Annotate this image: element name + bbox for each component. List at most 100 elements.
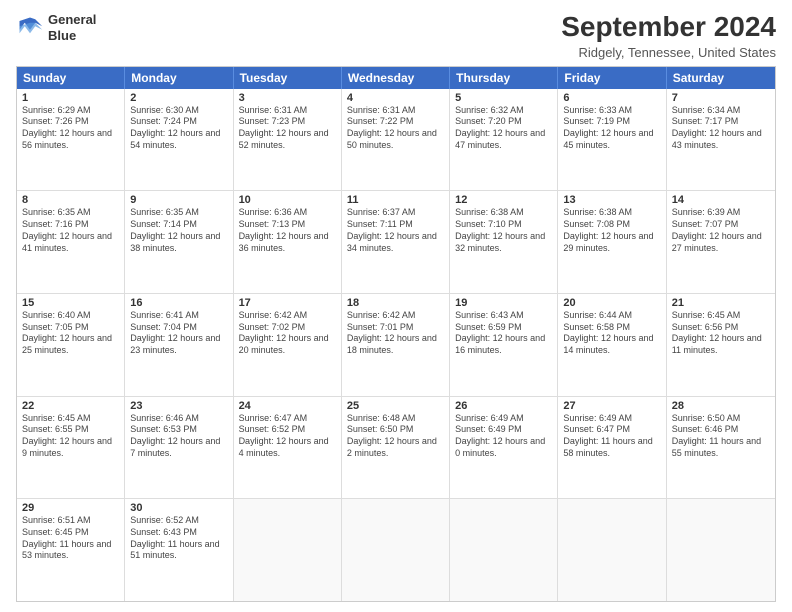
calendar-cell: 23Sunrise: 6:46 AM Sunset: 6:53 PM Dayli… [125,397,233,499]
calendar-cell [558,499,666,601]
calendar-cell: 18Sunrise: 6:42 AM Sunset: 7:01 PM Dayli… [342,294,450,396]
calendar-cell: 26Sunrise: 6:49 AM Sunset: 6:49 PM Dayli… [450,397,558,499]
calendar: SundayMondayTuesdayWednesdayThursdayFrid… [16,66,776,602]
cell-detail: Sunrise: 6:52 AM Sunset: 6:43 PM Dayligh… [130,515,227,562]
day-number: 14 [672,194,770,206]
cell-detail: Sunrise: 6:29 AM Sunset: 7:26 PM Dayligh… [22,105,119,152]
cell-detail: Sunrise: 6:49 AM Sunset: 6:49 PM Dayligh… [455,413,552,460]
cell-detail: Sunrise: 6:50 AM Sunset: 6:46 PM Dayligh… [672,413,770,460]
calendar-week: 1Sunrise: 6:29 AM Sunset: 7:26 PM Daylig… [17,89,775,192]
calendar-cell: 27Sunrise: 6:49 AM Sunset: 6:47 PM Dayli… [558,397,666,499]
day-number: 27 [563,400,660,412]
calendar-cell: 13Sunrise: 6:38 AM Sunset: 7:08 PM Dayli… [558,191,666,293]
calendar-week: 29Sunrise: 6:51 AM Sunset: 6:45 PM Dayli… [17,499,775,601]
day-number: 15 [22,297,119,309]
calendar-cell: 8Sunrise: 6:35 AM Sunset: 7:16 PM Daylig… [17,191,125,293]
cell-detail: Sunrise: 6:42 AM Sunset: 7:02 PM Dayligh… [239,310,336,357]
calendar-cell: 11Sunrise: 6:37 AM Sunset: 7:11 PM Dayli… [342,191,450,293]
day-number: 2 [130,92,227,104]
day-number: 6 [563,92,660,104]
day-number: 11 [347,194,444,206]
calendar-cell: 9Sunrise: 6:35 AM Sunset: 7:14 PM Daylig… [125,191,233,293]
header: General Blue September 2024 Ridgely, Ten… [16,12,776,60]
cell-detail: Sunrise: 6:36 AM Sunset: 7:13 PM Dayligh… [239,207,336,254]
page: General Blue September 2024 Ridgely, Ten… [0,0,792,612]
calendar-cell [342,499,450,601]
cell-detail: Sunrise: 6:49 AM Sunset: 6:47 PM Dayligh… [563,413,660,460]
day-number: 4 [347,92,444,104]
calendar-cell: 14Sunrise: 6:39 AM Sunset: 7:07 PM Dayli… [667,191,775,293]
day-number: 18 [347,297,444,309]
day-number: 9 [130,194,227,206]
calendar-cell: 6Sunrise: 6:33 AM Sunset: 7:19 PM Daylig… [558,89,666,191]
cell-detail: Sunrise: 6:38 AM Sunset: 7:10 PM Dayligh… [455,207,552,254]
calendar-cell [667,499,775,601]
cell-detail: Sunrise: 6:34 AM Sunset: 7:17 PM Dayligh… [672,105,770,152]
cell-detail: Sunrise: 6:39 AM Sunset: 7:07 PM Dayligh… [672,207,770,254]
cell-detail: Sunrise: 6:45 AM Sunset: 6:55 PM Dayligh… [22,413,119,460]
calendar-header-cell: Monday [125,67,233,89]
day-number: 22 [22,400,119,412]
calendar-header-cell: Saturday [667,67,775,89]
calendar-cell: 15Sunrise: 6:40 AM Sunset: 7:05 PM Dayli… [17,294,125,396]
cell-detail: Sunrise: 6:38 AM Sunset: 7:08 PM Dayligh… [563,207,660,254]
calendar-cell: 7Sunrise: 6:34 AM Sunset: 7:17 PM Daylig… [667,89,775,191]
calendar-cell: 1Sunrise: 6:29 AM Sunset: 7:26 PM Daylig… [17,89,125,191]
title-block: September 2024 Ridgely, Tennessee, Unite… [561,12,776,60]
calendar-header-cell: Friday [558,67,666,89]
day-number: 13 [563,194,660,206]
day-number: 17 [239,297,336,309]
calendar-header-cell: Tuesday [234,67,342,89]
cell-detail: Sunrise: 6:51 AM Sunset: 6:45 PM Dayligh… [22,515,119,562]
calendar-cell: 21Sunrise: 6:45 AM Sunset: 6:56 PM Dayli… [667,294,775,396]
cell-detail: Sunrise: 6:41 AM Sunset: 7:04 PM Dayligh… [130,310,227,357]
cell-detail: Sunrise: 6:31 AM Sunset: 7:23 PM Dayligh… [239,105,336,152]
cell-detail: Sunrise: 6:43 AM Sunset: 6:59 PM Dayligh… [455,310,552,357]
calendar-cell: 16Sunrise: 6:41 AM Sunset: 7:04 PM Dayli… [125,294,233,396]
calendar-cell: 19Sunrise: 6:43 AM Sunset: 6:59 PM Dayli… [450,294,558,396]
day-number: 28 [672,400,770,412]
calendar-week: 22Sunrise: 6:45 AM Sunset: 6:55 PM Dayli… [17,397,775,500]
logo-text: General Blue [48,12,96,43]
cell-detail: Sunrise: 6:30 AM Sunset: 7:24 PM Dayligh… [130,105,227,152]
cell-detail: Sunrise: 6:31 AM Sunset: 7:22 PM Dayligh… [347,105,444,152]
day-number: 10 [239,194,336,206]
day-number: 7 [672,92,770,104]
day-number: 21 [672,297,770,309]
day-number: 20 [563,297,660,309]
calendar-cell: 29Sunrise: 6:51 AM Sunset: 6:45 PM Dayli… [17,499,125,601]
cell-detail: Sunrise: 6:46 AM Sunset: 6:53 PM Dayligh… [130,413,227,460]
calendar-cell: 20Sunrise: 6:44 AM Sunset: 6:58 PM Dayli… [558,294,666,396]
calendar-cell: 3Sunrise: 6:31 AM Sunset: 7:23 PM Daylig… [234,89,342,191]
cell-detail: Sunrise: 6:44 AM Sunset: 6:58 PM Dayligh… [563,310,660,357]
cell-detail: Sunrise: 6:35 AM Sunset: 7:16 PM Dayligh… [22,207,119,254]
day-number: 19 [455,297,552,309]
calendar-cell: 4Sunrise: 6:31 AM Sunset: 7:22 PM Daylig… [342,89,450,191]
calendar-cell: 5Sunrise: 6:32 AM Sunset: 7:20 PM Daylig… [450,89,558,191]
day-number: 25 [347,400,444,412]
calendar-cell: 12Sunrise: 6:38 AM Sunset: 7:10 PM Dayli… [450,191,558,293]
calendar-cell [234,499,342,601]
day-number: 5 [455,92,552,104]
calendar-cell [450,499,558,601]
calendar-header-cell: Thursday [450,67,558,89]
cell-detail: Sunrise: 6:35 AM Sunset: 7:14 PM Dayligh… [130,207,227,254]
day-number: 12 [455,194,552,206]
cell-detail: Sunrise: 6:40 AM Sunset: 7:05 PM Dayligh… [22,310,119,357]
logo-line2: Blue [48,28,96,44]
cell-detail: Sunrise: 6:32 AM Sunset: 7:20 PM Dayligh… [455,105,552,152]
main-title: September 2024 [561,12,776,43]
day-number: 29 [22,502,119,514]
day-number: 24 [239,400,336,412]
calendar-header-cell: Wednesday [342,67,450,89]
calendar-header: SundayMondayTuesdayWednesdayThursdayFrid… [17,67,775,89]
day-number: 30 [130,502,227,514]
subtitle: Ridgely, Tennessee, United States [561,45,776,60]
cell-detail: Sunrise: 6:42 AM Sunset: 7:01 PM Dayligh… [347,310,444,357]
calendar-header-cell: Sunday [17,67,125,89]
cell-detail: Sunrise: 6:37 AM Sunset: 7:11 PM Dayligh… [347,207,444,254]
calendar-cell: 22Sunrise: 6:45 AM Sunset: 6:55 PM Dayli… [17,397,125,499]
calendar-cell: 17Sunrise: 6:42 AM Sunset: 7:02 PM Dayli… [234,294,342,396]
day-number: 16 [130,297,227,309]
calendar-cell: 28Sunrise: 6:50 AM Sunset: 6:46 PM Dayli… [667,397,775,499]
